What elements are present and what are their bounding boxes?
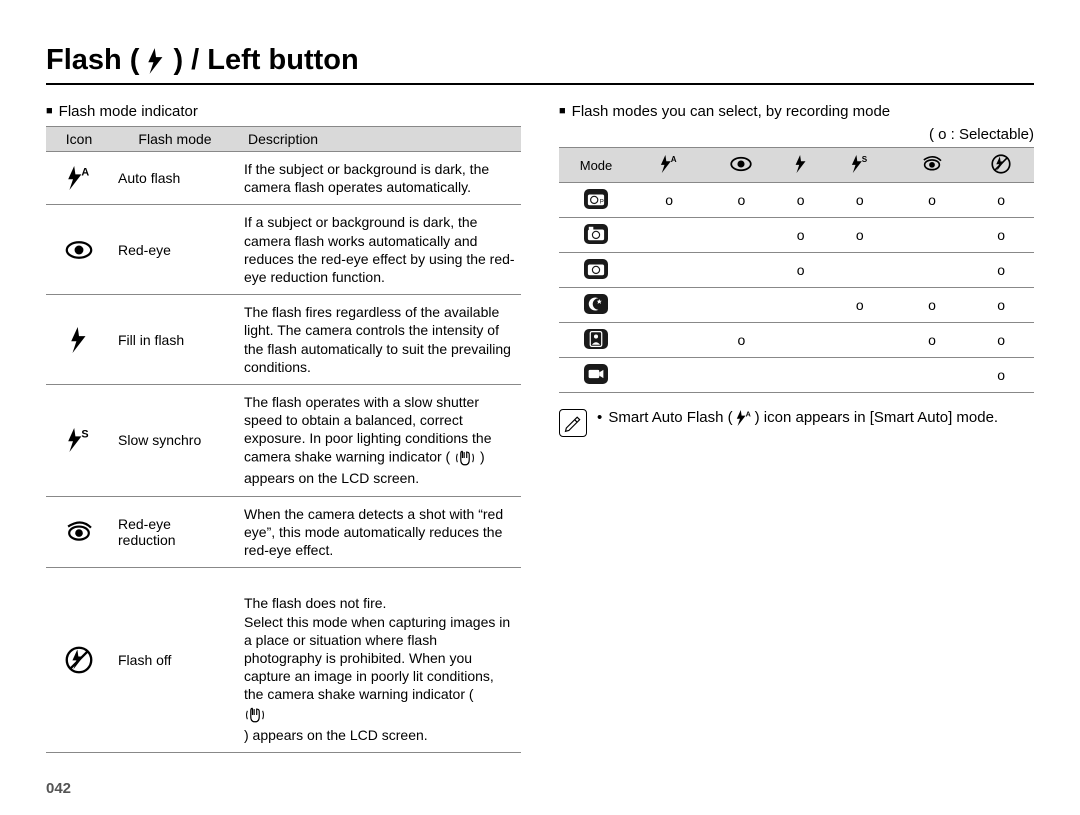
shake-icon <box>244 704 266 726</box>
left-heading: ■ Flash mode indicator <box>46 103 521 120</box>
mode-col-header: Mode <box>559 148 633 183</box>
table-row: Slow synchro The flash operates with a s… <box>46 384 521 496</box>
table-row: Fill in flash The flash fires regardless… <box>46 295 521 385</box>
mode-portrait-icon <box>559 323 633 358</box>
fill-flash-icon <box>778 148 824 183</box>
table-row: ooo <box>559 288 1034 323</box>
col-desc: Description <box>238 127 521 152</box>
mode-matrix-table: Mode oooooo ooo o <box>559 147 1034 393</box>
right-column: ■ Flash modes you can select, by recordi… <box>559 103 1034 753</box>
fill-flash-icon <box>46 295 112 385</box>
flash-auto-icon <box>735 410 753 426</box>
flash-auto-icon <box>46 152 112 205</box>
page-number: 042 <box>46 780 71 797</box>
table-row: ooo <box>559 218 1034 253</box>
col-icon: Icon <box>46 127 112 152</box>
mode-night-icon <box>559 288 633 323</box>
table-row: ooo <box>559 323 1034 358</box>
table-row: Red-eye reduction When the camera detect… <box>46 496 521 568</box>
flash-off-icon <box>46 568 112 753</box>
table-row: o <box>559 358 1034 393</box>
red-eye-icon <box>705 148 777 183</box>
table-header-row: Icon Flash mode Description <box>46 127 521 152</box>
note-row: • Smart Auto Flash ( ) icon appears in [… <box>559 409 1034 437</box>
selectable-legend: ( o : Selectable) <box>559 126 1034 143</box>
left-column: ■ Flash mode indicator Icon Flash mode D… <box>46 103 521 753</box>
red-eye-reduction-icon <box>46 496 112 568</box>
table-row: Flash off The flash does not fire. Selec… <box>46 568 521 753</box>
red-eye-icon <box>46 205 112 295</box>
right-heading: ■ Flash modes you can select, by recordi… <box>559 103 1034 120</box>
mode-camera-icon <box>559 218 633 253</box>
slow-synchro-icon <box>824 148 896 183</box>
table-row: Red-eye If a subject or background is da… <box>46 205 521 295</box>
slow-synchro-icon <box>46 384 112 496</box>
shake-icon <box>454 447 476 469</box>
flash-icon <box>147 48 165 74</box>
note-icon <box>559 409 587 437</box>
mode-program-icon <box>559 183 633 218</box>
flash-mode-table: Icon Flash mode Description Auto flash I… <box>46 126 521 753</box>
table-header-row: Mode <box>559 148 1034 183</box>
mode-scene-icon <box>559 253 633 288</box>
table-row: oo <box>559 253 1034 288</box>
col-mode: Flash mode <box>112 127 238 152</box>
page-title: Flash ( ) / Left button <box>46 44 1034 85</box>
red-eye-reduction-icon <box>896 148 968 183</box>
mode-movie-icon <box>559 358 633 393</box>
flash-auto-icon <box>633 148 705 183</box>
table-row: Auto flash If the subject or background … <box>46 152 521 205</box>
flash-off-icon <box>968 148 1034 183</box>
table-row: oooooo <box>559 183 1034 218</box>
